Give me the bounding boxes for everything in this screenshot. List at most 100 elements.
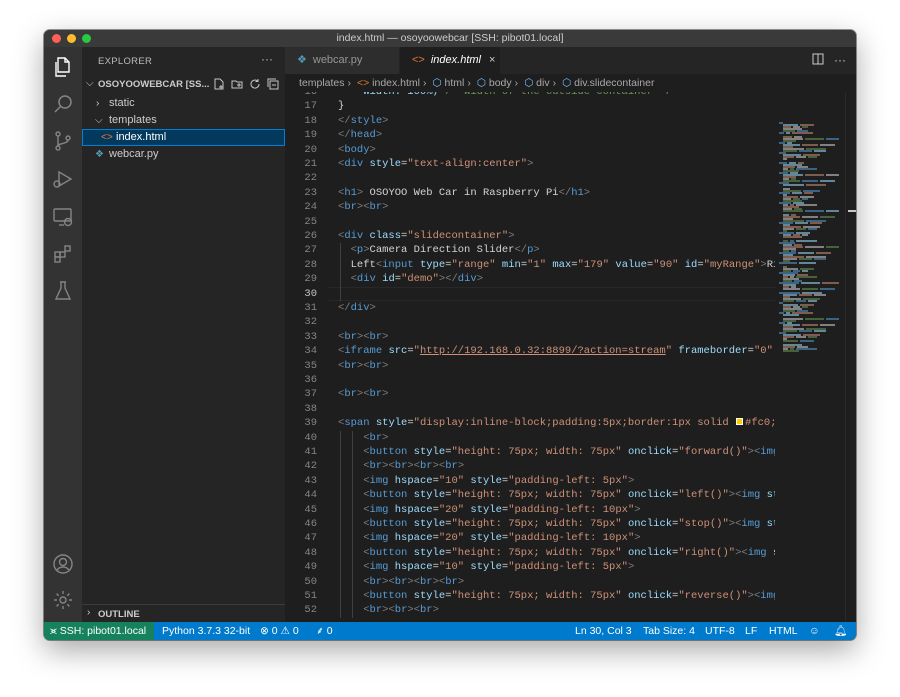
minimap-line bbox=[796, 276, 817, 278]
ports-indicator[interactable]: ⸙ 0 bbox=[316, 622, 333, 640]
new-file-icon[interactable] bbox=[213, 78, 225, 90]
minimap-line bbox=[814, 294, 826, 296]
outline-section[interactable]: › OUTLINE bbox=[82, 604, 285, 622]
close-tab-icon[interactable]: × bbox=[489, 47, 495, 74]
code-line[interactable]: 25 bbox=[285, 215, 775, 229]
line-code: <div style="text-align:center"> bbox=[338, 158, 534, 170]
code-line[interactable]: 16 width: 100%; /* Width of the outside … bbox=[285, 92, 775, 99]
code-line[interactable]: 23 <h1> OSOYOO Web Car in Raspberry Pi</h… bbox=[285, 186, 775, 200]
breadcrumb-div[interactable]: div bbox=[536, 77, 549, 89]
code-line[interactable]: 42 <br><br><br><br> bbox=[285, 459, 775, 473]
breadcrumb-body[interactable]: body bbox=[489, 77, 512, 89]
refresh-icon[interactable] bbox=[249, 78, 261, 90]
feedback-icon[interactable]: ☺ bbox=[809, 622, 820, 640]
minimap-line bbox=[783, 314, 799, 316]
error-icon: ⊗ bbox=[260, 625, 269, 637]
tree-item-webcar-py[interactable]: ❖ webcar.py bbox=[82, 146, 285, 163]
code-line[interactable]: 37 <br><br> bbox=[285, 387, 775, 401]
code-line[interactable]: 36 bbox=[285, 373, 775, 387]
tab-index-html[interactable]: <> index.html × bbox=[400, 47, 500, 74]
color-swatch[interactable] bbox=[736, 418, 744, 426]
close-window-button[interactable] bbox=[52, 34, 61, 43]
minimize-window-button[interactable] bbox=[67, 34, 76, 43]
new-folder-icon[interactable] bbox=[231, 78, 243, 90]
more-actions-icon[interactable]: ··· bbox=[834, 53, 846, 68]
code-line[interactable]: 50 <br><br><br><br> bbox=[285, 575, 775, 589]
breadcrumb-div-slidecontainer[interactable]: div.slidecontainer bbox=[574, 77, 654, 89]
code-line[interactable]: 19 </head> bbox=[285, 128, 775, 142]
code-line[interactable]: 31 </div> bbox=[285, 301, 775, 315]
code-line[interactable]: 43 <img hspace="10" style="padding-left:… bbox=[285, 474, 775, 488]
code-line[interactable]: 41 <button style="height: 75px; width: 7… bbox=[285, 445, 775, 459]
code-line[interactable]: 17} bbox=[285, 99, 775, 113]
notifications-bell-icon[interactable]: 🔔︎ bbox=[834, 622, 847, 640]
code-line[interactable]: 27 <p>Camera Direction Slider</p> bbox=[285, 243, 775, 257]
code-line[interactable]: 26 <div class="slidecontainer"> bbox=[285, 229, 775, 243]
code-line[interactable]: 39 <span style="display:inline-block;padd… bbox=[285, 416, 775, 430]
code-line[interactable]: 32 bbox=[285, 315, 775, 329]
minimap-line bbox=[826, 174, 839, 176]
line-number: 27 bbox=[304, 244, 317, 257]
tab-webcar-py[interactable]: ❖ webcar.py bbox=[285, 47, 399, 74]
code-line[interactable]: 49 <img hspace="10" style="padding-left:… bbox=[285, 560, 775, 574]
run-debug-icon[interactable] bbox=[51, 167, 75, 191]
python-file-icon: ❖ bbox=[95, 149, 104, 160]
breadcrumb-html[interactable]: html bbox=[445, 77, 465, 89]
minimap-line bbox=[796, 228, 806, 230]
explorer-more-icon[interactable]: ··· bbox=[261, 52, 273, 66]
breadcrumb-templates[interactable]: templates bbox=[299, 77, 345, 89]
test-icon[interactable] bbox=[51, 279, 75, 303]
tree-item-index-html[interactable]: <> index.html bbox=[82, 129, 285, 146]
remote-indicator[interactable]: ⪤ SSH: pibot01.local bbox=[44, 622, 155, 640]
code-line[interactable]: 21 <div style="text-align:center"> bbox=[285, 157, 775, 171]
tree-item-templates[interactable]: ⌵ templates bbox=[82, 112, 285, 129]
language-mode[interactable]: HTML bbox=[769, 622, 798, 640]
tree-item-static[interactable]: › static bbox=[82, 95, 285, 112]
split-editor-icon[interactable] bbox=[812, 53, 824, 68]
settings-gear-icon[interactable] bbox=[51, 588, 75, 612]
code-line[interactable]: 34 <iframe src="http://192.168.0.32:8899/… bbox=[285, 344, 775, 358]
maximize-window-button[interactable] bbox=[82, 34, 91, 43]
code-line[interactable]: 29 <div id="demo"></div> bbox=[285, 272, 775, 286]
code-line[interactable]: 44 <button style="height: 75px; width: 7… bbox=[285, 488, 775, 502]
minimap-line bbox=[805, 318, 824, 320]
file-encoding[interactable]: UTF-8 bbox=[705, 622, 735, 640]
extensions-icon[interactable] bbox=[51, 242, 75, 266]
code-line[interactable]: 18 </style> bbox=[285, 114, 775, 128]
code-editor[interactable]: 16 width: 100%; /* Width of the outside … bbox=[285, 92, 775, 622]
files-icon[interactable] bbox=[51, 55, 75, 79]
search-icon[interactable] bbox=[51, 92, 75, 116]
python-interpreter[interactable]: Python 3.7.3 32-bit bbox=[162, 622, 250, 640]
code-line[interactable]: 40 <br> bbox=[285, 431, 775, 445]
code-line[interactable]: 20 <body> bbox=[285, 143, 775, 157]
code-line[interactable]: 48 <button style="height: 75px; width: 7… bbox=[285, 546, 775, 560]
code-line[interactable]: 45 <img hspace="20" style="padding-left:… bbox=[285, 503, 775, 517]
code-line[interactable]: 47 <img hspace="20" style="padding-left:… bbox=[285, 531, 775, 545]
code-line[interactable]: 22 bbox=[285, 171, 775, 185]
code-line[interactable]: 51 <button style="height: 75px; width: 7… bbox=[285, 589, 775, 603]
code-line[interactable]: 30 bbox=[285, 287, 775, 301]
code-line[interactable]: 46 <button style="height: 75px; width: 7… bbox=[285, 517, 775, 531]
problems-indicator[interactable]: ⊗ 0 ⚠ 0 bbox=[260, 622, 299, 640]
end-of-line[interactable]: LF bbox=[745, 622, 757, 640]
tab-size[interactable]: Tab Size: 4 bbox=[643, 622, 695, 640]
code-line[interactable]: 28 Left<input type="range" min="1" max="… bbox=[285, 258, 775, 272]
collapse-all-icon[interactable] bbox=[267, 78, 279, 90]
editor-tabs: ❖ webcar.py <> index.html × ··· bbox=[285, 47, 856, 74]
account-icon[interactable] bbox=[51, 552, 75, 576]
workspace-folder-header[interactable]: ⌵ OSOYOOWEBCAR [SS... bbox=[82, 75, 285, 95]
editor-scrollbar[interactable] bbox=[845, 92, 856, 622]
code-line[interactable]: 35 <br><br> bbox=[285, 359, 775, 373]
code-line[interactable]: 38 bbox=[285, 402, 775, 416]
code-line[interactable]: 52 <br><br><br> bbox=[285, 603, 775, 617]
code-line[interactable]: 33 <br><br> bbox=[285, 330, 775, 344]
code-line[interactable]: 24 <br><br> bbox=[285, 200, 775, 214]
cursor-position[interactable]: Ln 30, Col 3 bbox=[575, 622, 632, 640]
minimap-line bbox=[802, 198, 808, 200]
breadcrumb-index-html[interactable]: index.html bbox=[372, 77, 420, 89]
remote-explorer-icon[interactable] bbox=[51, 205, 75, 229]
minimap-line bbox=[802, 270, 808, 272]
minimap[interactable] bbox=[775, 92, 845, 622]
source-control-icon[interactable] bbox=[51, 129, 75, 153]
minimap-line bbox=[792, 192, 802, 194]
